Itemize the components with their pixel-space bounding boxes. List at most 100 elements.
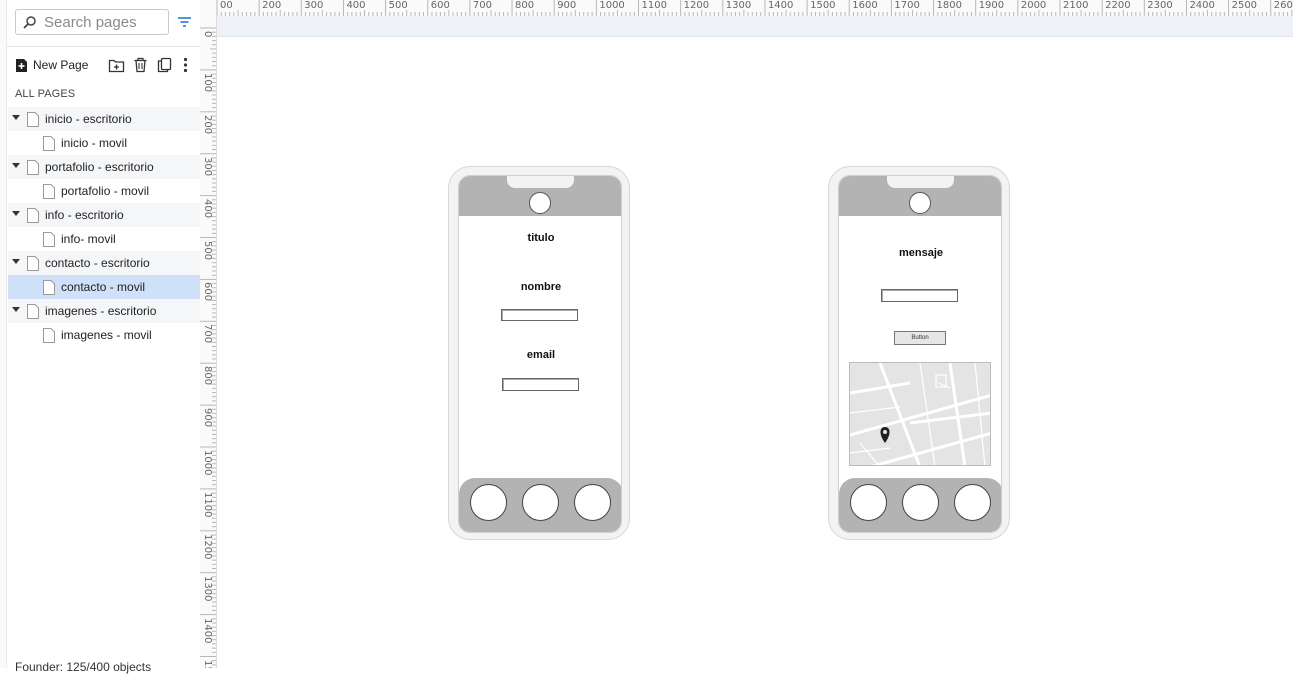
search-input[interactable] [42,12,166,32]
camera-circle [529,192,551,214]
phone-mockup-contact[interactable]: mensaje Button [828,166,1010,540]
chevron-down-icon[interactable] [12,115,20,121]
search-box[interactable] [15,9,169,35]
ruler-label: 600 [430,0,450,11]
ruler-label: 700 [202,324,213,344]
chevron-down-icon[interactable] [12,259,20,265]
ruler-label: 200 [262,0,282,11]
name-label: nombre [520,281,562,293]
page-item-label: portafolio - movil [61,184,150,198]
ruler-label: 2600 [1273,0,1293,11]
new-page-label: New Page [33,58,89,72]
pages-sidebar: New Page ALL PAGES inicio - escritorio i… [0,0,201,674]
page-item-contacto-movil[interactable]: contacto - movil [8,275,200,299]
add-folder-icon[interactable] [108,57,125,73]
trash-icon[interactable] [133,57,148,73]
divider [6,46,200,47]
ruler-label: 400 [202,198,213,218]
ruler-label: 1100 [202,491,213,518]
submit-button[interactable]: Button [894,331,946,345]
page-icon [27,304,39,319]
ruler-label: 1700 [894,0,920,11]
ruler-label: 300 [304,0,324,11]
new-page-button[interactable]: New Page [15,58,88,73]
phone-bottom-nav [839,478,1001,532]
map-image [850,363,990,465]
page-item-label: portafolio - escritorio [45,160,154,174]
page-icon [43,136,55,151]
ruler-label: 0 [202,31,213,38]
camera-circle [909,192,931,214]
ruler-label: 2100 [1063,0,1089,11]
chevron-down-icon[interactable] [12,307,20,313]
nav-circle-button[interactable] [902,484,939,521]
message-label: mensaje [898,247,944,259]
ruler-label: 1600 [852,0,878,11]
ruler-label: 1900 [978,0,1005,11]
more-options-icon[interactable] [183,57,188,73]
page-icon [27,208,39,223]
ruler-label: 2000 [1020,0,1047,11]
page-item-label: info - escritorio [45,208,124,222]
page-tree: inicio - escritorio inicio - movil porta… [8,107,200,347]
page-item-label: imagenes - movil [61,328,152,342]
nav-circle-button[interactable] [574,484,611,521]
page-icon [43,280,55,295]
chevron-down-icon[interactable] [12,163,20,169]
page-item-inicio-escritorio[interactable]: inicio - escritorio [8,107,200,131]
ruler-label: 100 [202,72,213,92]
ruler-label: 800 [515,0,535,11]
page-item-portafolio-escritorio[interactable]: portafolio - escritorio [8,155,200,179]
filter-icon[interactable] [177,15,192,29]
ruler-label: 300 [202,156,213,176]
page-icon [43,328,55,343]
page-item-imagenes-escritorio[interactable]: imagenes - escritorio [8,299,200,323]
message-input[interactable] [881,289,958,302]
page-toolbar: New Page [15,55,88,75]
phone-header [459,176,621,216]
duplicate-icon[interactable] [157,57,172,73]
sidebar-footer-status: Founder: 125/400 objects [15,660,152,674]
chevron-down-icon[interactable] [12,211,20,217]
ruler-label: 900 [202,408,213,428]
nav-circle-button[interactable] [850,484,887,521]
email-input[interactable] [502,378,579,391]
ruler-label: 1400 [202,617,213,644]
canvas-top-band [217,16,1293,37]
phone-screen: titulo nombre email [458,175,622,533]
map-placeholder[interactable] [849,362,991,466]
page-item-contacto-escritorio[interactable]: contacto - escritorio [8,251,200,275]
ruler-label: 600 [202,282,213,302]
design-canvas[interactable] [217,16,1293,668]
ruler-label: 1500 [810,0,836,11]
vertical-ruler: 0 100 200 300 400 500 600 700 800 900 1000 1100 1200… [200,16,217,668]
phone-screen: mensaje Button [838,175,1002,533]
ruler-label: 1000 [599,0,625,11]
page-item-label: contacto - escritorio [45,256,150,270]
page-item-portafolio-movil[interactable]: portafolio - movil [8,179,200,203]
page-icon [27,160,39,175]
page-item-imagenes-movil[interactable]: imagenes - movil [8,323,200,347]
nav-circle-button[interactable] [522,484,559,521]
nav-circle-button[interactable] [954,484,991,521]
ruler-label: 800 [202,366,213,386]
page-item-info-escritorio[interactable]: info - escritorio [8,203,200,227]
page-item-info-movil[interactable]: info- movil [8,227,200,251]
ruler-label: 500 [388,0,408,11]
ruler-label: 500 [202,240,213,260]
page-icon [43,232,55,247]
page-item-inicio-movil[interactable]: inicio - movil [8,131,200,155]
title-label: titulo [527,232,555,244]
ruler-label: 2200 [1105,0,1131,11]
nav-circle-button[interactable] [470,484,507,521]
ruler-label: 1100 [641,0,667,11]
ruler-label: 1500 [202,660,213,669]
ruler-label: 200 [202,114,213,134]
ruler-label: 1200 [683,0,710,11]
ruler-label: 00 [220,0,233,11]
phone-header [839,176,1001,216]
name-input[interactable] [501,309,578,321]
page-icon [27,256,39,271]
search-icon [23,15,36,29]
phone-mockup-form[interactable]: titulo nombre email [448,166,630,540]
